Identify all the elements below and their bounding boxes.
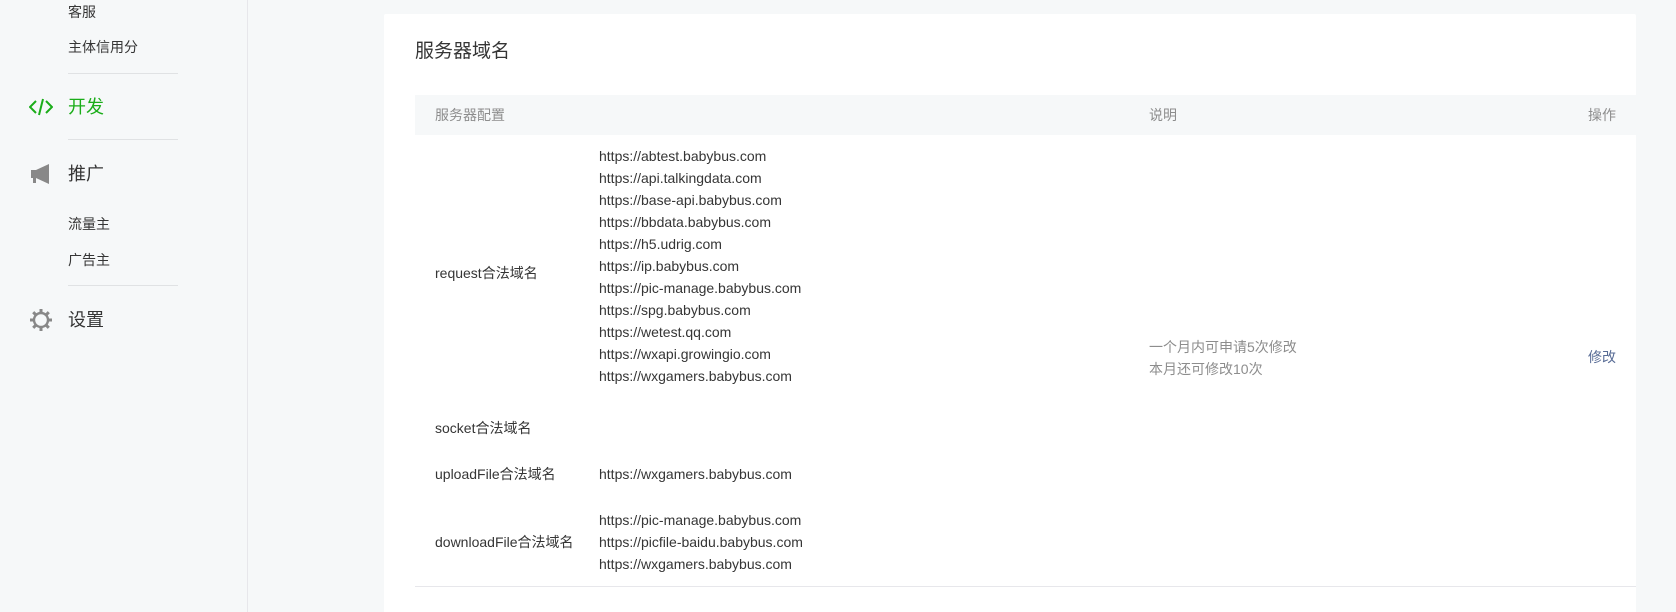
domain-item: https://wxgamers.babybus.com [599, 556, 792, 572]
note-line: 一个月内可申请5次修改 [1149, 339, 1297, 355]
row-label-request: request合法域名 [435, 265, 538, 281]
domain-item: https://pic-manage.babybus.com [599, 512, 802, 528]
domain-item: https://ip.babybus.com [599, 258, 740, 274]
header-op: 操作 [1588, 107, 1616, 123]
sidebar-item-develop[interactable]: 开发 [28, 95, 104, 119]
row-label-upload: uploadFile合法域名 [435, 466, 556, 482]
sidebar-divider [68, 73, 178, 74]
server-config-table: 服务器配置 说明 操作 request合法域名 https://abtest.b… [415, 95, 1636, 587]
sidebar-item-promote[interactable]: 推广 [28, 162, 104, 186]
domain-item: https://api.talkingdata.com [599, 170, 762, 186]
domain-item: https://wxapi.growingio.com [599, 346, 771, 362]
modify-link[interactable]: 修改 [1588, 347, 1616, 367]
domain-item: https://base-api.babybus.com [599, 192, 782, 208]
server-domain-card: 服务器域名 服务器配置 说明 操作 request合法域名 https://ab… [384, 14, 1636, 612]
domain-item: https://picfile-baidu.babybus.com [599, 534, 803, 550]
sidebar-item-label: 设置 [68, 310, 104, 330]
row-label-socket: socket合法域名 [435, 420, 532, 436]
domain-item: https://pic-manage.babybus.com [599, 280, 802, 296]
app-root: 客服 主体信用分 开发 推广 流量主 广告主 设置 服务器域名 服务器配置 说明… [0, 0, 1676, 612]
header-config: 服务器配置 [435, 107, 505, 123]
domain-item: https://h5.udrig.com [599, 236, 722, 252]
domain-item: https://wxgamers.babybus.com [599, 466, 792, 482]
download-domain-list: https://pic-manage.babybus.com https://p… [599, 509, 803, 575]
sidebar-item-credit-score[interactable]: 主体信用分 [68, 37, 138, 57]
sidebar-item-advertiser[interactable]: 广告主 [68, 250, 110, 270]
domain-item: https://bbdata.babybus.com [599, 214, 771, 230]
page-title: 服务器域名 [415, 41, 511, 62]
sidebar-item-customer-service[interactable]: 客服 [68, 2, 96, 22]
sidebar-divider [68, 139, 178, 140]
sidebar-item-settings[interactable]: 设置 [28, 308, 104, 332]
sidebar-item-label: 推广 [68, 164, 104, 184]
domain-item: https://spg.babybus.com [599, 302, 751, 318]
gear-icon [28, 308, 54, 332]
domain-item: https://wetest.qq.com [599, 324, 732, 340]
sidebar-divider [68, 285, 178, 286]
sidebar: 客服 主体信用分 开发 推广 流量主 广告主 设置 [0, 0, 248, 612]
header-desc: 说明 [1149, 107, 1177, 123]
upload-domain-list: https://wxgamers.babybus.com [599, 463, 792, 485]
sidebar-item-traffic-owner[interactable]: 流量主 [68, 214, 110, 234]
sidebar-item-label: 开发 [68, 97, 104, 117]
code-icon [28, 95, 54, 119]
table-body: request合法域名 https://abtest.babybus.com h… [415, 135, 1636, 587]
domain-item: https://abtest.babybus.com [599, 148, 767, 164]
table-header: 服务器配置 说明 操作 [415, 95, 1636, 135]
request-domain-list: https://abtest.babybus.com https://api.t… [599, 145, 801, 387]
megaphone-icon [28, 162, 54, 186]
modify-limit-note: 一个月内可申请5次修改 本月还可修改10次 [1149, 336, 1297, 380]
row-label-download: downloadFile合法域名 [435, 534, 574, 550]
domain-item: https://wxgamers.babybus.com [599, 368, 792, 384]
note-line: 本月还可修改10次 [1149, 361, 1263, 377]
